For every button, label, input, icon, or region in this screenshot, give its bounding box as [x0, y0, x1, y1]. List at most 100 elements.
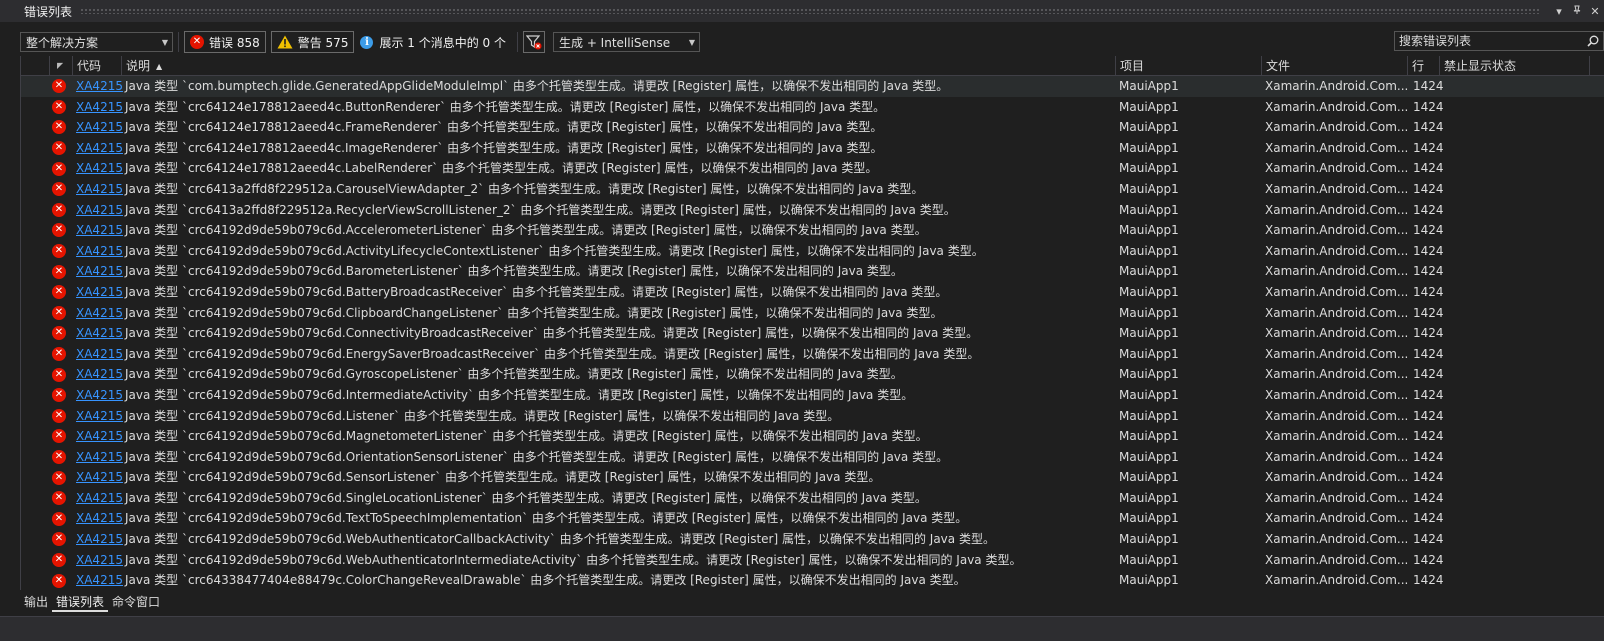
error-code-link[interactable]: XA4215: [76, 385, 123, 406]
table-row[interactable]: ✕ XA4215 Java 类型 `crc6413a2ffd8f229512a.Re…: [21, 200, 1604, 221]
warnings-filter-button[interactable]: 警告 575: [270, 31, 355, 53]
chevron-down-icon: ▼: [161, 37, 168, 47]
error-code-link[interactable]: XA4215: [76, 303, 123, 324]
error-project: MauiApp1: [1119, 532, 1179, 547]
table-row[interactable]: ✕ XA4215 Java 类型 `crc64192d9de59b079c6d.Ac…: [21, 220, 1604, 241]
panel-grip[interactable]: [80, 8, 1540, 14]
error-code-link[interactable]: XA4215: [76, 179, 123, 200]
error-icon: ✕: [52, 385, 66, 406]
error-code-link[interactable]: XA4215: [76, 570, 123, 590]
error-code-link[interactable]: XA4215: [76, 406, 123, 427]
error-code-link[interactable]: XA4215: [76, 138, 123, 159]
error-description: Java 类型 `crc6413a2ffd8f229512a.RecyclerV…: [125, 202, 956, 217]
table-row[interactable]: ✕ XA4215 Java 类型 `crc64124e178812aeed4c.Fr…: [21, 117, 1604, 138]
error-code-link[interactable]: XA4215: [76, 117, 123, 138]
error-code-link[interactable]: XA4215: [76, 282, 123, 303]
column-header-file[interactable]: 文件: [1261, 56, 1407, 76]
error-project: MauiApp1: [1119, 202, 1179, 217]
error-icon: ✕: [52, 220, 66, 241]
error-code-link[interactable]: XA4215: [76, 323, 123, 344]
table-row[interactable]: ✕ XA4215 Java 类型 `com.bumptech.glide.Gener…: [21, 76, 1604, 97]
error-file: Xamarin.Android.Com...: [1265, 140, 1409, 155]
bottom-tab[interactable]: 输出: [20, 590, 52, 612]
scope-dropdown[interactable]: 整个解决方案 ▼: [20, 32, 173, 52]
error-code-link[interactable]: XA4215: [76, 488, 123, 509]
column-header-code[interactable]: 代码: [72, 56, 121, 76]
column-chooser-icon[interactable]: ◤: [57, 56, 73, 76]
warnings-filter-label: 警告 575: [297, 35, 349, 50]
error-code-link[interactable]: XA4215: [76, 467, 123, 488]
table-row[interactable]: ✕ XA4215 Java 类型 `crc64192d9de59b079c6d.Te…: [21, 508, 1604, 529]
error-code-link[interactable]: XA4215: [76, 76, 123, 97]
error-icon: ✕: [52, 550, 66, 571]
table-row[interactable]: ✕ XA4215 Java 类型 `crc64192d9de59b079c6d.Co…: [21, 323, 1604, 344]
search-error-list-box[interactable]: [1394, 31, 1604, 51]
error-code-link[interactable]: XA4215: [76, 529, 123, 550]
error-code-link[interactable]: XA4215: [76, 158, 123, 179]
error-description: Java 类型 `crc64124e178812aeed4c.LabelRend…: [125, 161, 878, 176]
filter-toggle-button[interactable]: [523, 31, 545, 53]
error-line: 1424: [1413, 326, 1444, 341]
table-row[interactable]: ✕ XA4215 Java 类型 `crc64192d9de59b079c6d.En…: [21, 344, 1604, 365]
error-code-link[interactable]: XA4215: [76, 200, 123, 221]
panel-pin-icon[interactable]: [1568, 5, 1586, 18]
errors-filter-button[interactable]: ✕ 错误 858: [184, 31, 266, 53]
error-code-link[interactable]: XA4215: [76, 241, 123, 262]
error-code-link[interactable]: XA4215: [76, 550, 123, 571]
error-code-link[interactable]: XA4215: [76, 508, 123, 529]
error-code-link[interactable]: XA4215: [76, 364, 123, 385]
table-row[interactable]: ✕ XA4215 Java 类型 `crc64124e178812aeed4c.Bu…: [21, 97, 1604, 118]
table-row[interactable]: ✕ XA4215 Java 类型 `crc64124e178812aeed4c.La…: [21, 158, 1604, 179]
table-row[interactable]: ✕ XA4215 Java 类型 `crc64192d9de59b079c6d.In…: [21, 385, 1604, 406]
error-code-link[interactable]: XA4215: [76, 447, 123, 468]
error-code-link[interactable]: XA4215: [76, 220, 123, 241]
table-row[interactable]: ✕ XA4215 Java 类型 `crc64192d9de59b079c6d.Ac…: [21, 241, 1604, 262]
table-row[interactable]: ✕ XA4215 Java 类型 `crc64192d9de59b079c6d.Se…: [21, 467, 1604, 488]
table-row[interactable]: ✕ XA4215 Java 类型 `crc64192d9de59b079c6d.Si…: [21, 488, 1604, 509]
table-row[interactable]: ✕ XA4215 Java 类型 `crc64192d9de59b079c6d.Cl…: [21, 303, 1604, 324]
search-input[interactable]: [1399, 34, 1569, 48]
error-line: 1424: [1413, 429, 1444, 444]
column-header-project[interactable]: 项目: [1115, 56, 1261, 76]
error-icon: ✕: [52, 488, 66, 509]
error-code-link[interactable]: XA4215: [76, 344, 123, 365]
error-file: Xamarin.Android.Com...: [1265, 243, 1409, 258]
error-file: Xamarin.Android.Com...: [1265, 305, 1409, 320]
table-row[interactable]: ✕ XA4215 Java 类型 `crc64192d9de59b079c6d.We…: [21, 550, 1604, 571]
table-row[interactable]: ✕ XA4215 Java 类型 `crc6413a2ffd8f229512a.Ca…: [21, 179, 1604, 200]
error-code-link[interactable]: XA4215: [76, 261, 123, 282]
error-line: 1424: [1413, 243, 1444, 258]
error-description: Java 类型 `crc64192d9de59b079c6d.Clipboard…: [125, 305, 943, 320]
messages-filter-button[interactable]: i 展示 1 个消息中的 0 个: [354, 34, 512, 51]
table-row[interactable]: ✕ XA4215 Java 类型 `crc64192d9de59b079c6d.Gy…: [21, 364, 1604, 385]
error-project: MauiApp1: [1119, 120, 1179, 135]
table-row[interactable]: ✕ XA4215 Java 类型 `crc64192d9de59b079c6d.Ma…: [21, 426, 1604, 447]
error-icon: ✕: [52, 344, 66, 365]
panel-menu-icon[interactable]: ▾: [1550, 5, 1568, 18]
error-icon: ✕: [52, 158, 66, 179]
table-row[interactable]: ✕ XA4215 Java 类型 `crc64192d9de59b079c6d.Li…: [21, 406, 1604, 427]
table-row[interactable]: ✕ XA4215 Java 类型 `crc64338477404e88479c.Co…: [21, 570, 1604, 590]
bottom-tool-tabs: 输出 错误列表 命令窗口: [0, 590, 1604, 614]
column-header-description[interactable]: 说明 ▲: [121, 56, 1115, 76]
error-code-link[interactable]: XA4215: [76, 97, 123, 118]
error-file: Xamarin.Android.Com...: [1265, 470, 1409, 485]
error-description: Java 类型 `crc64192d9de59b079c6d.Intermedi…: [125, 387, 914, 402]
bottom-tab[interactable]: 错误列表: [52, 590, 109, 612]
column-header-suppression[interactable]: 禁止显示状态: [1439, 56, 1589, 76]
panel-title: 错误列表: [24, 4, 73, 19]
table-row[interactable]: ✕ XA4215 Java 类型 `crc64192d9de59b079c6d.We…: [21, 529, 1604, 550]
error-file: Xamarin.Android.Com...: [1265, 326, 1409, 341]
error-project: MauiApp1: [1119, 243, 1179, 258]
column-header-line[interactable]: 行: [1407, 56, 1439, 76]
table-row[interactable]: ✕ XA4215 Java 类型 `crc64124e178812aeed4c.Im…: [21, 138, 1604, 159]
error-code-link[interactable]: XA4215: [76, 426, 123, 447]
table-row[interactable]: ✕ XA4215 Java 类型 `crc64192d9de59b079c6d.Ba…: [21, 282, 1604, 303]
panel-close-icon[interactable]: ✕: [1586, 5, 1604, 18]
table-row[interactable]: ✕ XA4215 Java 类型 `crc64192d9de59b079c6d.Ba…: [21, 261, 1604, 282]
build-source-dropdown[interactable]: 生成 + IntelliSense ▼: [553, 32, 700, 52]
search-icon[interactable]: [1587, 35, 1599, 47]
bottom-tab[interactable]: 命令窗口: [108, 590, 164, 612]
table-row[interactable]: ✕ XA4215 Java 类型 `crc64192d9de59b079c6d.Or…: [21, 447, 1604, 468]
error-description: Java 类型 `crc64192d9de59b079c6d.Connectiv…: [125, 326, 979, 341]
